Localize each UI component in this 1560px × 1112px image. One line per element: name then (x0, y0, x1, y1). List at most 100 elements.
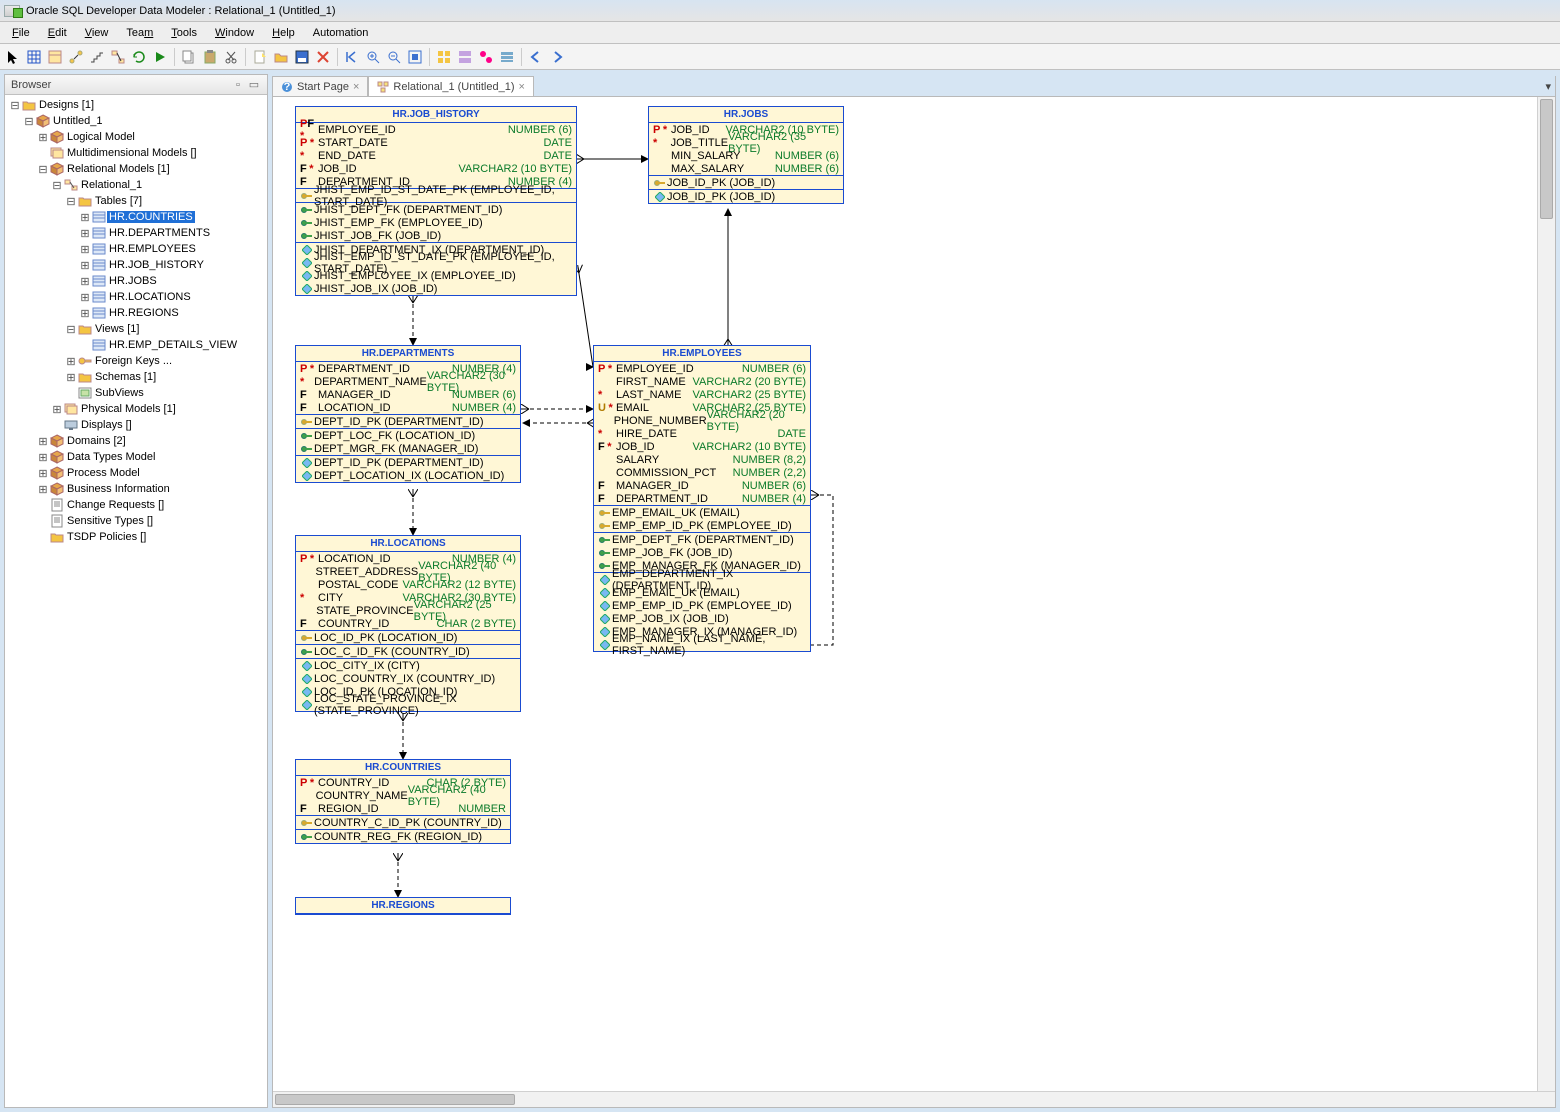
menu-edit[interactable]: Edit (40, 25, 75, 41)
layout4-icon[interactable] (498, 48, 516, 66)
menu-tools[interactable]: Tools (163, 25, 205, 41)
tree-item-physical[interactable]: ⊞Physical Models [1] (5, 401, 267, 417)
tree-expand-icon[interactable]: ⊞ (37, 435, 49, 448)
erd-table-countries[interactable]: HR.COUNTRIESP *COUNTRY_IDCHAR (2 BYTE)CO… (295, 759, 511, 844)
paste-icon[interactable] (201, 48, 219, 66)
tree-item-relmodels[interactable]: ⊟Relational Models [1] (5, 161, 267, 177)
tree-item-jobs[interactable]: ⊞HR.JOBS (5, 273, 267, 289)
open-icon[interactable] (272, 48, 290, 66)
tree-item-job_history[interactable]: ⊞HR.JOB_HISTORY (5, 257, 267, 273)
tree-item-locations[interactable]: ⊞HR.LOCATIONS (5, 289, 267, 305)
layout1-icon[interactable] (435, 48, 453, 66)
tree-item-designs[interactable]: ⊟Designs [1] (5, 97, 267, 113)
tree-expand-icon[interactable]: ⊞ (79, 243, 91, 256)
close-icon[interactable]: × (519, 81, 525, 93)
tree-item-domains[interactable]: ⊞Domains [2] (5, 433, 267, 449)
tree-expand-icon[interactable]: ⊞ (65, 355, 77, 368)
diagram-icon[interactable] (109, 48, 127, 66)
tree-expand-icon[interactable]: ⊟ (9, 99, 21, 112)
tree-item-departments[interactable]: ⊞HR.DEPARTMENTS (5, 225, 267, 241)
tree-item-schemas[interactable]: ⊞Schemas [1] (5, 369, 267, 385)
tree-expand-icon[interactable]: ⊞ (79, 211, 91, 224)
panel-close-icon[interactable]: ▭ (247, 78, 261, 92)
tab-relational-model[interactable]: Relational_1 (Untitled_1) × (368, 76, 534, 96)
tree-expand-icon[interactable]: ⊞ (79, 259, 91, 272)
menu-file[interactable]: File (4, 25, 38, 41)
menu-window[interactable]: Window (207, 25, 262, 41)
tree-expand-icon[interactable]: ⊞ (37, 483, 49, 496)
tree-item-relational1[interactable]: ⊟Relational_1 (5, 177, 267, 193)
tree-expand-icon[interactable]: ⊟ (65, 195, 77, 208)
tree-expand-icon[interactable]: ⊞ (79, 307, 91, 320)
tree-expand-icon[interactable]: ⊞ (51, 403, 63, 416)
zoom-in-icon[interactable] (364, 48, 382, 66)
nav-back-icon[interactable] (527, 48, 545, 66)
layout2-icon[interactable] (456, 48, 474, 66)
link-icon[interactable] (67, 48, 85, 66)
erd-table-departments[interactable]: HR.DEPARTMENTSP *DEPARTMENT_IDNUMBER (4)… (295, 345, 521, 483)
zoom-first-icon[interactable] (343, 48, 361, 66)
tree-item-empview[interactable]: HR.EMP_DETAILS_VIEW (5, 337, 267, 353)
delete-icon[interactable] (314, 48, 332, 66)
tree-item-business[interactable]: ⊞Business Information (5, 481, 267, 497)
table-icon[interactable] (46, 48, 64, 66)
tree-item-regions[interactable]: ⊞HR.REGIONS (5, 305, 267, 321)
tree-item-countries[interactable]: ⊞HR.COUNTRIES (5, 209, 267, 225)
tree-item-tables[interactable]: ⊟Tables [7] (5, 193, 267, 209)
tree-expand-icon[interactable]: ⊟ (51, 179, 63, 192)
tree-expand-icon[interactable]: ⊞ (79, 275, 91, 288)
erd-table-employees[interactable]: HR.EMPLOYEESP *EMPLOYEE_IDNUMBER (6)FIRS… (593, 345, 811, 652)
erd-canvas[interactable]: HR.JOB_HISTORYPF *EMPLOYEE_IDNUMBER (6)P… (273, 97, 1537, 1091)
tree-expand-icon[interactable]: ⊞ (79, 227, 91, 240)
close-icon[interactable]: × (353, 81, 359, 93)
save-icon[interactable] (293, 48, 311, 66)
tree-expand-icon[interactable]: ⊟ (37, 163, 49, 176)
zoom-out-icon[interactable] (385, 48, 403, 66)
fit-icon[interactable] (406, 48, 424, 66)
tree-item-datatypes[interactable]: ⊞Data Types Model (5, 449, 267, 465)
scrollbar-thumb[interactable] (1540, 99, 1553, 219)
tree-expand-icon[interactable]: ⊞ (37, 467, 49, 480)
tree-expand-icon[interactable]: ⊞ (79, 291, 91, 304)
tree-expand-icon[interactable]: ⊟ (65, 323, 77, 336)
play-icon[interactable] (151, 48, 169, 66)
layout3-icon[interactable] (477, 48, 495, 66)
tree-item-process[interactable]: ⊞Process Model (5, 465, 267, 481)
scrollbar-thumb[interactable] (275, 1094, 515, 1105)
tree-item-sensitive[interactable]: Sensitive Types [] (5, 513, 267, 529)
menu-team[interactable]: Team (118, 25, 161, 41)
stairs-icon[interactable] (88, 48, 106, 66)
grid-icon[interactable] (25, 48, 43, 66)
tree-item-change[interactable]: Change Requests [] (5, 497, 267, 513)
cut-icon[interactable] (222, 48, 240, 66)
refresh-icon[interactable] (130, 48, 148, 66)
tree-item-views[interactable]: ⊟Views [1] (5, 321, 267, 337)
tree-item-fks[interactable]: ⊞Foreign Keys ... (5, 353, 267, 369)
new-icon[interactable] (251, 48, 269, 66)
tree-item-employees[interactable]: ⊞HR.EMPLOYEES (5, 241, 267, 257)
erd-table-job_history[interactable]: HR.JOB_HISTORYPF *EMPLOYEE_IDNUMBER (6)P… (295, 106, 577, 296)
tree-expand-icon[interactable]: ⊞ (37, 131, 49, 144)
tree-item-untitled[interactable]: ⊟Untitled_1 (5, 113, 267, 129)
tree-item-displays[interactable]: Displays [] (5, 417, 267, 433)
erd-table-jobs[interactable]: HR.JOBSP *JOB_IDVARCHAR2 (10 BYTE) *JOB_… (648, 106, 844, 204)
tab-start-page[interactable]: ? Start Page × (272, 76, 368, 96)
tree-item-multidim[interactable]: Multidimensional Models [] (5, 145, 267, 161)
tree-expand-icon[interactable]: ⊟ (23, 115, 35, 128)
menu-help[interactable]: Help (264, 25, 303, 41)
menu-automation[interactable]: Automation (305, 25, 377, 41)
copy-icon[interactable] (180, 48, 198, 66)
panel-minimize-icon[interactable]: ▫ (231, 78, 245, 92)
nav-forward-icon[interactable] (548, 48, 566, 66)
tree-expand-icon[interactable]: ⊞ (65, 371, 77, 384)
erd-table-locations[interactable]: HR.LOCATIONSP *LOCATION_IDNUMBER (4)STRE… (295, 535, 521, 712)
tree-item-subviews[interactable]: SubViews (5, 385, 267, 401)
browser-tree[interactable]: ⊟Designs [1]⊟Untitled_1⊞Logical ModelMul… (5, 95, 267, 1107)
erd-table-regions[interactable]: HR.REGIONS (295, 897, 511, 915)
tab-dropdown[interactable]: ▾ (1541, 76, 1556, 96)
tree-item-logical[interactable]: ⊞Logical Model (5, 129, 267, 145)
menu-view[interactable]: View (77, 25, 117, 41)
scrollbar-horizontal[interactable] (273, 1091, 1555, 1107)
tree-item-tsdp[interactable]: TSDP Policies [] (5, 529, 267, 545)
tree-expand-icon[interactable]: ⊞ (37, 451, 49, 464)
